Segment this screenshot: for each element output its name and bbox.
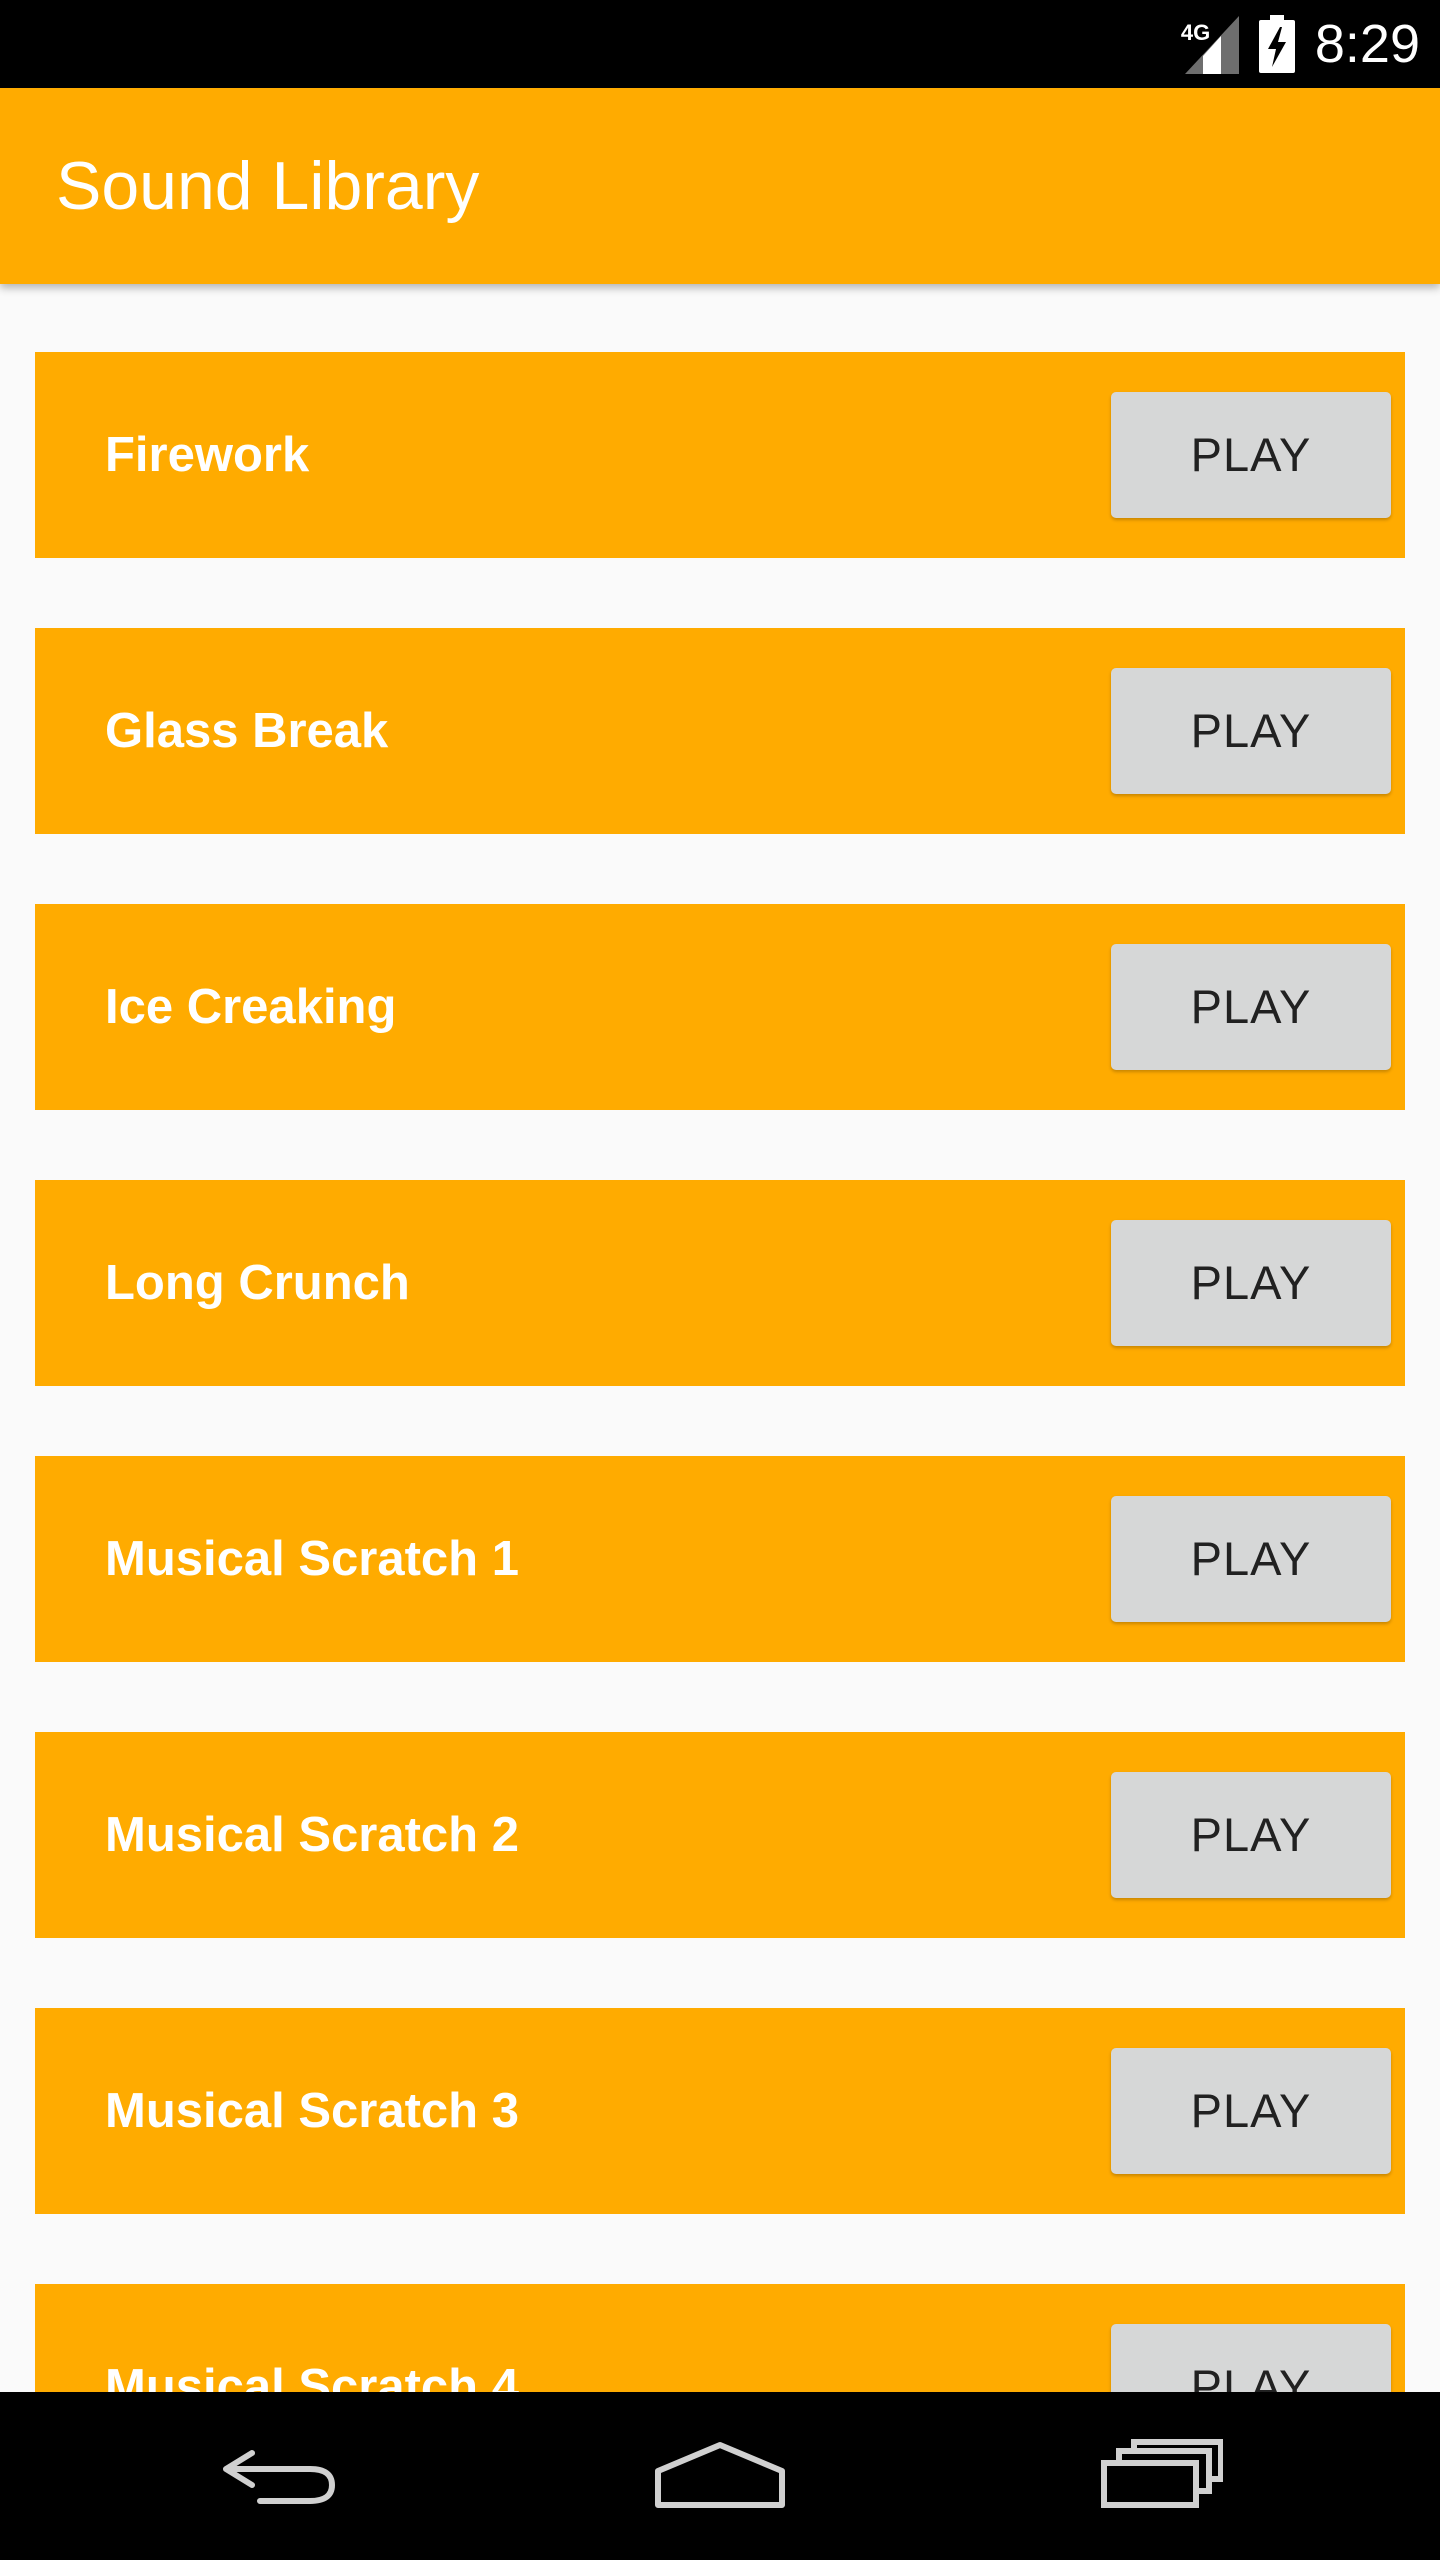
status-bar: 4G 8:29	[0, 0, 1440, 88]
sound-name: Musical Scratch 2	[105, 1808, 519, 1862]
sound-list[interactable]: Firework PLAY Glass Break PLAY Ice Creak…	[0, 284, 1440, 2392]
play-button-musical-scratch-4[interactable]: PLAY	[1111, 2324, 1391, 2392]
play-button-musical-scratch-3[interactable]: PLAY	[1111, 2048, 1391, 2174]
battery-icon	[1258, 15, 1295, 73]
play-button-musical-scratch-2[interactable]: PLAY	[1111, 1772, 1391, 1898]
back-icon	[218, 2439, 342, 2514]
sound-row-long-crunch: Long Crunch PLAY	[35, 1180, 1405, 1386]
recents-icon	[1101, 2438, 1224, 2514]
sound-row-glass-break: Glass Break PLAY	[35, 628, 1405, 834]
sound-name: Long Crunch	[105, 1256, 410, 1310]
play-button-glass-break[interactable]: PLAY	[1111, 668, 1391, 794]
play-button-long-crunch[interactable]: PLAY	[1111, 1220, 1391, 1346]
sound-name: Firework	[105, 428, 310, 482]
network-type-label: 4G	[1180, 20, 1211, 45]
sound-row-musical-scratch-4: Musical Scratch 4 PLAY	[35, 2284, 1405, 2392]
signal-icon: 4G	[1181, 14, 1239, 74]
sound-row-ice-creaking: Ice Creaking PLAY	[35, 904, 1405, 1110]
play-button-firework[interactable]: PLAY	[1111, 392, 1391, 518]
sound-name: Ice Creaking	[105, 980, 397, 1034]
status-icons: 4G 8:29	[1181, 10, 1420, 78]
back-button[interactable]	[160, 2392, 400, 2560]
app-bar: Sound Library	[0, 88, 1440, 284]
sound-name: Glass Break	[105, 704, 389, 758]
sound-row-firework: Firework PLAY	[35, 352, 1405, 558]
sound-name: Musical Scratch 4	[105, 2360, 519, 2392]
sound-row-musical-scratch-3: Musical Scratch 3 PLAY	[35, 2008, 1405, 2214]
sound-name: Musical Scratch 1	[105, 1532, 519, 1586]
play-button-ice-creaking[interactable]: PLAY	[1111, 944, 1391, 1070]
play-button-musical-scratch-1[interactable]: PLAY	[1111, 1496, 1391, 1622]
sound-row-musical-scratch-2: Musical Scratch 2 PLAY	[35, 1732, 1405, 1938]
navigation-bar	[0, 2392, 1440, 2560]
sound-name: Musical Scratch 3	[105, 2084, 519, 2138]
clock: 8:29	[1314, 14, 1420, 74]
app-title: Sound Library	[56, 148, 480, 224]
home-icon	[654, 2439, 786, 2514]
sound-row-musical-scratch-1: Musical Scratch 1 PLAY	[35, 1456, 1405, 1662]
home-button[interactable]	[600, 2392, 840, 2560]
recents-button[interactable]	[1042, 2392, 1282, 2560]
